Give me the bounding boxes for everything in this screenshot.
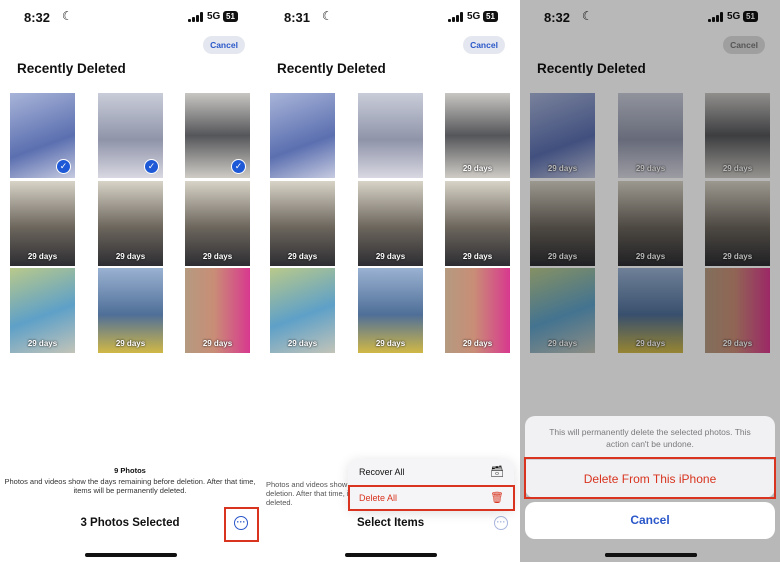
photo-tile[interactable]: 29 days	[445, 181, 510, 266]
days-remaining-label: 29 days	[462, 339, 493, 348]
sheet-cancel-button[interactable]: Cancel	[525, 502, 775, 539]
status-bar: 8:31 ☾ 5G 51	[260, 9, 520, 27]
more-options-button[interactable]: ···	[494, 516, 508, 530]
photo-tile[interactable]	[358, 93, 423, 178]
photo-tile[interactable]: 29 days	[10, 268, 75, 353]
photo-tile[interactable]: ✓	[185, 93, 250, 178]
archive-icon: 🗃	[490, 466, 504, 478]
page-title: Recently Deleted	[277, 61, 386, 76]
photo-tile[interactable]: 29 days	[445, 268, 510, 353]
days-remaining-label: 29 days	[375, 339, 406, 348]
days-remaining-label: 29 days	[115, 252, 146, 261]
moon-icon: ☾	[322, 9, 333, 23]
cancel-button[interactable]: Cancel	[463, 36, 505, 54]
note-text: Photos and videos show the days remainin…	[4, 477, 256, 495]
network-label: 5G	[467, 11, 481, 22]
photo-tile[interactable]	[270, 93, 335, 178]
highlight-box	[224, 507, 259, 542]
days-remaining-label: 29 days	[462, 252, 493, 261]
signal-icon	[188, 12, 206, 22]
home-indicator	[85, 553, 177, 557]
days-remaining-label: 29 days	[202, 339, 233, 348]
photo-count: 9 Photos	[114, 466, 146, 475]
photo-tile[interactable]: 29 days	[358, 268, 423, 353]
photo-tile[interactable]: 29 days	[185, 268, 250, 353]
days-remaining-label: 29 days	[287, 252, 318, 261]
days-remaining-label: 29 days	[115, 339, 146, 348]
sheet-message: This will permanently delete the selecte…	[549, 427, 751, 449]
battery-icon: 51	[483, 11, 498, 22]
status-time: 8:32	[24, 10, 51, 25]
ellipsis-icon: ···	[496, 517, 506, 527]
deletion-note: 9 Photos Photos and videos show the days…	[0, 466, 260, 495]
photo-tile[interactable]: 29 days	[10, 181, 75, 266]
moon-icon: ☾	[62, 9, 73, 23]
menu-item-label: Recover All	[359, 467, 405, 477]
cancel-button[interactable]: Cancel	[203, 36, 245, 54]
selection-count: 3 Photos Selected	[80, 517, 180, 529]
days-remaining-label: 29 days	[462, 164, 493, 173]
days-remaining-label: 29 days	[27, 339, 58, 348]
page-title: Recently Deleted	[17, 61, 126, 76]
photo-tile[interactable]: ✓	[98, 93, 163, 178]
signal-icon	[448, 12, 466, 22]
highlight-box	[524, 457, 776, 499]
photo-tile[interactable]: ✓	[10, 93, 75, 178]
days-remaining-label: 29 days	[27, 252, 58, 261]
photo-tile[interactable]: 29 days	[98, 181, 163, 266]
home-indicator	[605, 553, 697, 557]
checkmark-icon: ✓	[56, 159, 71, 174]
photo-tile[interactable]: 29 days	[270, 181, 335, 266]
days-remaining-label: 29 days	[375, 252, 406, 261]
network-label: 5G	[207, 11, 221, 22]
days-remaining-label: 29 days	[287, 339, 318, 348]
highlight-box	[348, 485, 515, 511]
status-time: 8:31	[284, 10, 311, 25]
days-remaining-label: 29 days	[202, 252, 233, 261]
photo-tile[interactable]: 29 days	[358, 181, 423, 266]
photo-tile[interactable]: 29 days	[98, 268, 163, 353]
screen-select-photos: 8:32 ☾ 5G 51 Cancel Recently Deleted ✓ ✓…	[0, 0, 260, 562]
battery-icon: 51	[223, 11, 238, 22]
status-bar: 8:32 ☾ 5G 51	[0, 9, 260, 27]
checkmark-icon: ✓	[144, 159, 159, 174]
checkmark-icon: ✓	[231, 159, 246, 174]
photo-tile[interactable]: 29 days	[445, 93, 510, 178]
menu-item-recover-all[interactable]: Recover All 🗃	[348, 459, 514, 486]
home-indicator	[345, 553, 437, 557]
photo-tile[interactable]: 29 days	[270, 268, 335, 353]
photo-tile[interactable]: 29 days	[185, 181, 250, 266]
